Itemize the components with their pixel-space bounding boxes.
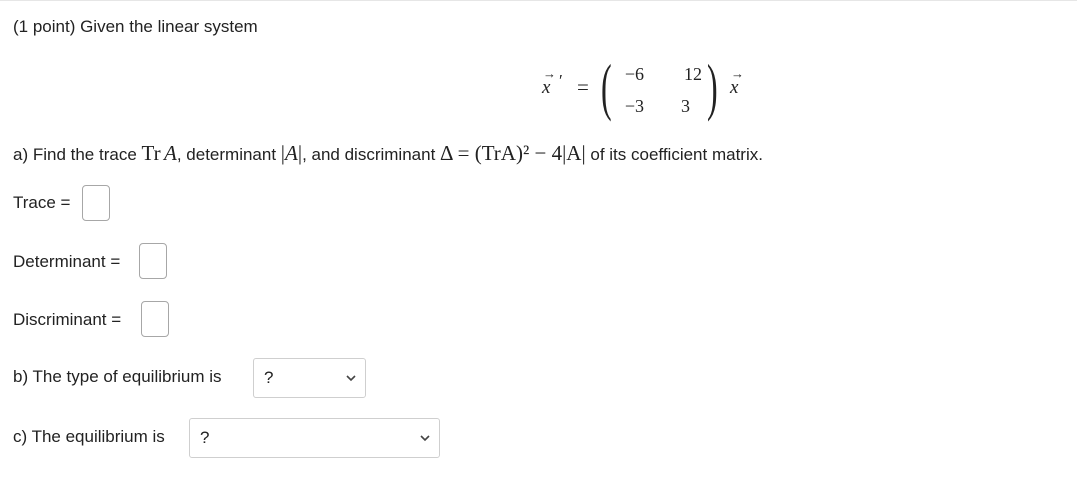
part-a-prefix: a) Find the trace bbox=[13, 145, 142, 164]
matrix-cell-1-1: −6 bbox=[624, 64, 644, 84]
part-a-instructions: a) Find the trace Tr A, determinant |A|,… bbox=[13, 141, 763, 166]
part-a-suffix: of its coefficient matrix. bbox=[585, 145, 763, 164]
discriminant-formula: Δ = (TrA)² − 4|A| bbox=[440, 141, 586, 165]
rhs-vector: → x bbox=[730, 66, 744, 99]
matrix-cell-2-2: 3 bbox=[681, 96, 690, 116]
problem-intro: (1 point) Given the linear system bbox=[13, 17, 258, 36]
discriminant-input[interactable] bbox=[141, 301, 169, 337]
discriminant-label: Discriminant = bbox=[13, 310, 122, 329]
determinant-input[interactable] bbox=[139, 243, 167, 279]
equilibrium-stability-value: ? bbox=[200, 428, 210, 447]
matrix-cell-1-2: 12 bbox=[684, 64, 702, 84]
matrix-symbol: A bbox=[164, 141, 177, 165]
trace-input[interactable] bbox=[82, 185, 110, 221]
matrix-equation: → x ′ = ( −6 12 −3 3 ) → x bbox=[542, 51, 752, 124]
vector-arrow-icon: → bbox=[543, 66, 556, 81]
chevron-down-icon bbox=[346, 375, 356, 382]
problem-page: (1 point) Given the linear system → x ′ … bbox=[0, 0, 1077, 487]
part-c-label: c) The equilibrium is bbox=[13, 427, 165, 446]
det-matrix-symbol: A bbox=[285, 141, 298, 165]
determinant-label: Determinant = bbox=[13, 252, 121, 271]
equilibrium-stability-select[interactable]: ? bbox=[189, 418, 440, 458]
equals-sign: = bbox=[577, 75, 589, 99]
part-a-mid1: , determinant bbox=[176, 145, 281, 164]
lhs-vector: → x bbox=[542, 66, 556, 99]
vector-arrow-icon: → bbox=[731, 66, 744, 81]
prime-mark: ′ bbox=[559, 71, 563, 90]
left-paren: ( bbox=[601, 51, 612, 122]
chevron-down-icon bbox=[420, 435, 430, 442]
equilibrium-type-select[interactable]: ? bbox=[253, 358, 366, 398]
part-a-mid2: , and discriminant bbox=[302, 145, 441, 164]
trace-notation: Tr bbox=[141, 141, 161, 165]
matrix-cell-2-1: −3 bbox=[624, 96, 644, 116]
equilibrium-type-value: ? bbox=[264, 368, 274, 387]
trace-label: Trace = bbox=[13, 193, 71, 212]
right-paren: ) bbox=[707, 51, 718, 122]
part-b-label: b) The type of equilibrium is bbox=[13, 367, 222, 386]
